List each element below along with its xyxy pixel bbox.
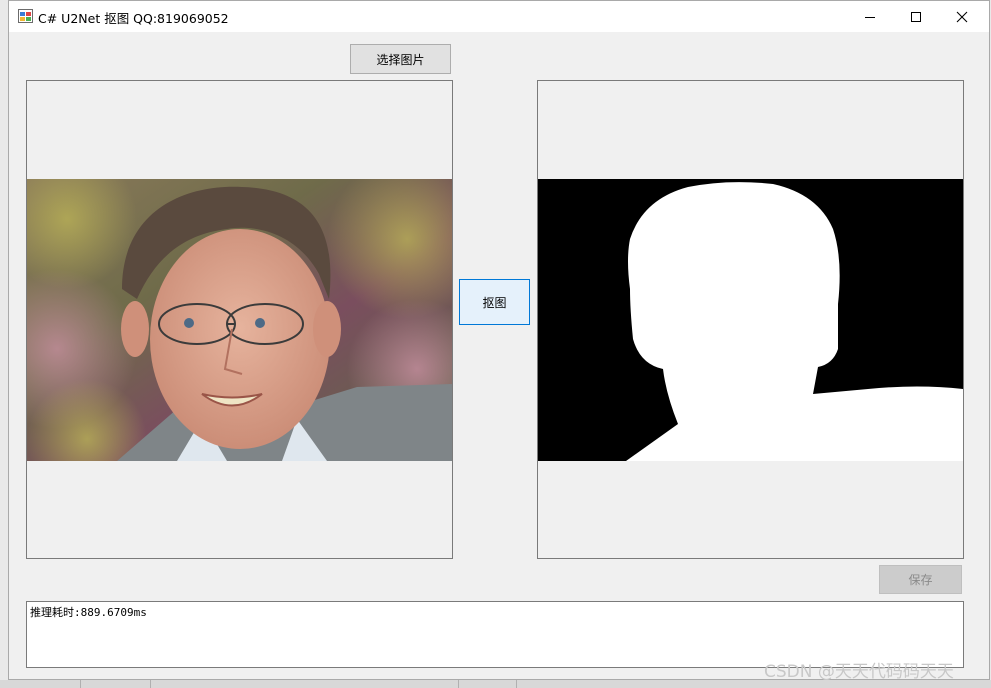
desktop-divider [516, 680, 517, 688]
app-icon [18, 9, 33, 23]
source-image-box [26, 80, 453, 559]
save-button[interactable]: 保存 [879, 565, 962, 594]
source-photo [27, 179, 452, 461]
maximize-button[interactable] [893, 1, 939, 32]
desktop-divider [150, 680, 151, 688]
title-bar: C# U2Net 抠图 QQ:819069052 [9, 1, 989, 32]
minimize-button[interactable] [847, 1, 893, 32]
app-window: C# U2Net 抠图 QQ:819069052 选择图片 抠图 保存 推理耗时… [8, 0, 990, 680]
maximize-icon [911, 11, 921, 22]
watermark: CSDN @天天代码码天天 [764, 662, 954, 682]
result-image-box [537, 80, 964, 559]
window-title: C# U2Net 抠图 QQ:819069052 [38, 11, 229, 26]
desktop-divider [458, 680, 459, 688]
desktop-divider [80, 680, 81, 688]
close-button[interactable] [939, 1, 985, 32]
matting-button[interactable]: 抠图 [459, 279, 530, 325]
select-image-button[interactable]: 选择图片 [350, 44, 451, 74]
minimize-icon [865, 16, 875, 18]
close-icon [956, 11, 968, 22]
result-mask [538, 179, 963, 461]
